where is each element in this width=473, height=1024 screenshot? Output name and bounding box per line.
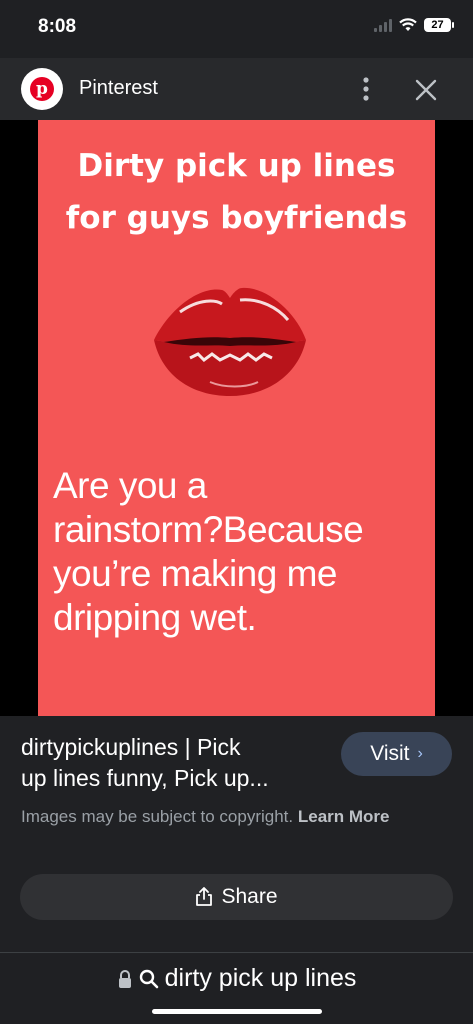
battery-icon: 27	[424, 18, 454, 32]
pin-image[interactable]: Dirty pick up lines for guys boyfriends …	[38, 120, 435, 716]
pinterest-logo-icon: p	[21, 68, 63, 110]
pin-body-line2: rainstorm?Because	[53, 509, 364, 550]
status-time: 8:08	[38, 16, 77, 37]
share-button[interactable]: Share	[20, 874, 453, 920]
lock-icon	[118, 969, 131, 988]
pin-body-line4: dripping wet.	[53, 597, 257, 638]
wifi-icon	[399, 18, 417, 31]
chevron-right-icon: ›	[417, 745, 423, 762]
status-icons: 27	[374, 18, 454, 32]
share-icon	[196, 887, 213, 906]
pin-image-body: Are you a rainstorm?Because you’re makin…	[53, 464, 433, 640]
search-icon	[139, 969, 158, 988]
pin-image-title: Dirty pick up lines for guys boyfriends	[38, 140, 435, 244]
pin-title-line1: Dirty pick up lines	[77, 148, 396, 184]
source-title-link[interactable]: dirtypickuplines | Pick up lines funny, …	[21, 732, 321, 794]
pin-title-line2: for guys boyfriends	[65, 200, 408, 236]
address-search-bar[interactable]: dirty pick up lines	[0, 954, 473, 1024]
close-icon[interactable]	[412, 76, 440, 104]
search-query: dirty pick up lines	[164, 964, 357, 992]
pin-body-line1: Are you a	[53, 465, 207, 506]
share-label: Share	[221, 885, 278, 908]
lips-illustration	[154, 287, 306, 396]
source-title-line1: dirtypickuplines | Pick	[21, 734, 241, 760]
logo-letter: p	[30, 77, 54, 101]
search-content: dirty pick up lines	[0, 964, 473, 993]
visit-label: Visit	[370, 742, 410, 765]
more-options-icon[interactable]	[356, 74, 376, 104]
battery-level: 27	[431, 19, 444, 31]
pin-body-line3: you’re making me	[53, 553, 338, 594]
status-bar: 8:08 27	[0, 0, 473, 58]
divider	[0, 952, 473, 953]
home-indicator[interactable]	[152, 1009, 322, 1014]
info-panel: dirtypickuplines | Pick up lines funny, …	[0, 716, 473, 954]
copyright-notice: Images may be subject to copyright. Lear…	[21, 804, 441, 830]
source-title-line2: up lines funny, Pick up...	[21, 765, 269, 791]
visit-button[interactable]: Visit ›	[341, 732, 452, 776]
app-header: p Pinterest	[0, 58, 473, 120]
header-title: Pinterest	[79, 77, 158, 99]
cellular-signal-icon	[374, 18, 392, 32]
learn-more-link[interactable]: Learn More	[298, 807, 390, 826]
copyright-text: Images may be subject to copyright.	[21, 807, 294, 826]
image-viewer: Dirty pick up lines for guys boyfriends …	[0, 120, 473, 716]
